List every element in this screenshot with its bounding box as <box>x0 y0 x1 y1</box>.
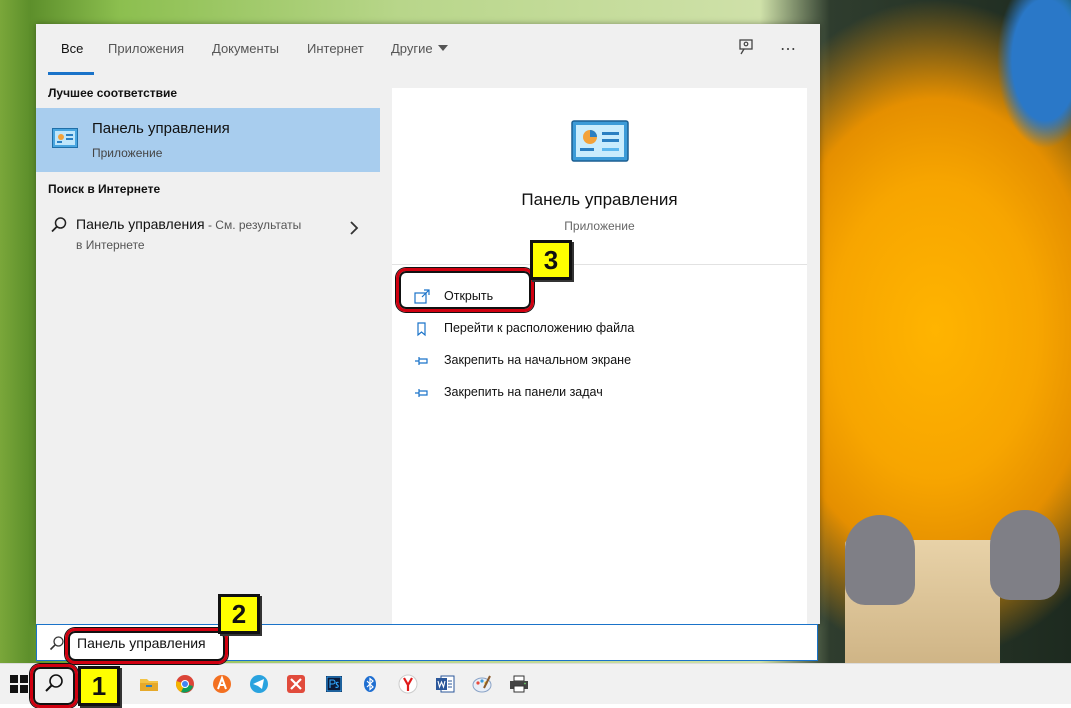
search-input[interactable] <box>77 631 777 655</box>
pin-to-taskbar-label: Закрепить на панели задач <box>444 385 603 399</box>
preview-subtitle: Приложение <box>564 219 635 233</box>
step-badge-2: 2 <box>218 594 260 634</box>
active-tab-indicator <box>48 72 94 75</box>
web-search-item[interactable]: Панель управления - См. результаты в Инт… <box>36 206 380 258</box>
step-badge-3: 3 <box>530 240 572 280</box>
chrome-icon[interactable] <box>173 672 197 696</box>
search-icon <box>45 674 63 692</box>
file-location-icon <box>417 322 426 337</box>
wallpaper-claw-right <box>990 510 1060 600</box>
tab-documents[interactable]: Документы <box>212 41 279 56</box>
feedback-icon[interactable] <box>734 38 758 62</box>
paint-icon[interactable] <box>470 672 494 696</box>
open-action-label: Открыть <box>444 289 494 303</box>
word-icon[interactable] <box>433 672 457 696</box>
best-match-name: Панель управления <box>92 120 230 137</box>
photoshop-icon[interactable] <box>322 672 346 696</box>
control-panel-large-icon <box>571 120 629 162</box>
telegram-icon[interactable] <box>247 672 271 696</box>
wallpaper-claw-left <box>845 515 915 605</box>
close-app-icon[interactable] <box>284 672 308 696</box>
search-box <box>36 624 818 661</box>
preview-pane: Панель управления Приложение Открыть Пер… <box>392 88 807 624</box>
pin-icon <box>415 389 428 397</box>
preview-divider <box>392 264 807 265</box>
search-panel: Все Приложения Документы Интернет Другие… <box>36 24 820 624</box>
results-list: Лучшее соответствие Панель управления Пр… <box>36 76 380 624</box>
chevron-down-icon <box>437 45 448 51</box>
best-match-item[interactable]: Панель управления Приложение <box>36 108 380 172</box>
file-explorer-icon[interactable] <box>137 672 161 696</box>
tab-other[interactable]: Другие <box>391 41 448 56</box>
web-search-line2: в Интернете <box>76 238 145 252</box>
open-file-location-label: Перейти к расположению файла <box>444 321 635 335</box>
taskbar <box>0 663 1071 704</box>
tab-apps[interactable]: Приложения <box>108 41 184 56</box>
web-search-query: Панель управления <box>76 216 205 232</box>
more-options-icon[interactable]: ⋯ <box>776 38 800 62</box>
avast-icon[interactable] <box>210 672 234 696</box>
preview-title: Панель управления <box>521 190 678 209</box>
windows-start-icon[interactable] <box>10 675 28 693</box>
open-external-icon <box>414 289 430 304</box>
web-search-suffix: - См. результаты <box>204 218 302 232</box>
tab-other-label: Другие <box>391 41 433 56</box>
step-badge-1: 1 <box>78 666 120 706</box>
bluetooth-icon[interactable] <box>358 672 382 696</box>
control-panel-icon <box>52 128 78 148</box>
pin-icon <box>415 357 428 365</box>
search-icon <box>51 217 67 233</box>
pin-to-start-label: Закрепить на начальном экране <box>444 353 632 367</box>
tab-internet[interactable]: Интернет <box>307 41 364 56</box>
chevron-right-icon[interactable] <box>348 220 360 236</box>
yandex-icon[interactable] <box>396 672 420 696</box>
web-search-text: Панель управления - См. результаты <box>76 216 301 232</box>
search-tabs: Все Приложения Документы Интернет Другие… <box>36 24 820 76</box>
best-match-type: Приложение <box>92 146 163 160</box>
taskbar-search-button[interactable] <box>40 670 68 698</box>
web-search-heading: Поиск в Интернете <box>48 182 161 196</box>
tab-all[interactable]: Все <box>61 41 83 56</box>
best-match-heading: Лучшее соответствие <box>48 86 178 100</box>
search-icon <box>49 636 64 651</box>
printer-icon[interactable] <box>507 672 531 696</box>
